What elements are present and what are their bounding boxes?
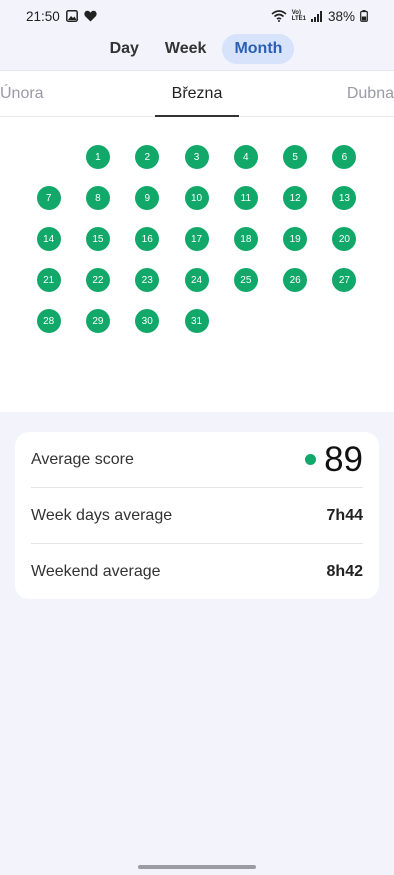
- week-days-average-label: Week days average: [31, 506, 173, 524]
- status-bar: 21:50 Vo) LTE1 38%: [0, 0, 394, 32]
- calendar-day[interactable]: 7: [36, 186, 61, 210]
- weekend-average-value: 8h42: [326, 563, 363, 580]
- tab-month[interactable]: Month: [222, 34, 295, 64]
- weekend-average-label: Weekend average: [31, 563, 161, 580]
- calendar-empty-cell: [24, 145, 73, 186]
- calendar-day[interactable]: 8: [85, 186, 110, 210]
- calendar-day[interactable]: 15: [85, 227, 110, 251]
- calendar-day[interactable]: 12: [283, 186, 308, 210]
- calendar-day[interactable]: 31: [184, 309, 209, 333]
- calendar-day[interactable]: 9: [135, 186, 160, 210]
- home-indicator[interactable]: [138, 865, 256, 869]
- calendar-day[interactable]: 17: [184, 227, 209, 251]
- calendar-day[interactable]: 29: [85, 309, 110, 333]
- stats-card: Average score 89 Week days average 7h44 …: [15, 432, 379, 599]
- calendar-day[interactable]: 6: [332, 145, 357, 169]
- heart-icon: [84, 10, 97, 22]
- calendar-day[interactable]: 27: [332, 268, 357, 292]
- calendar-day[interactable]: 4: [233, 145, 258, 169]
- battery-icon: [360, 10, 368, 22]
- calendar-day[interactable]: 10: [184, 186, 209, 210]
- status-time: 21:50: [26, 8, 60, 24]
- period-tabs: Day Week Month: [0, 34, 394, 64]
- calendar-day[interactable]: 22: [85, 268, 110, 292]
- calendar-day[interactable]: 24: [184, 268, 209, 292]
- calendar-day[interactable]: 23: [135, 268, 160, 292]
- gallery-icon: [65, 10, 78, 22]
- status-left: 21:50: [26, 9, 97, 24]
- calendar-day[interactable]: 2: [135, 145, 160, 169]
- week-days-average-row: Week days average 7h44: [31, 488, 363, 544]
- calendar-day[interactable]: 1: [85, 145, 110, 169]
- score-status-dot: [305, 454, 317, 465]
- calendar-day[interactable]: 13: [332, 186, 357, 210]
- week-days-average-value: 7h44: [326, 506, 363, 524]
- month-calendar: Února Března Dubna 1 2 3 4 5 6 7 8 9 10 11 12 13 14 15…: [0, 70, 394, 473]
- calendar-day[interactable]: 28: [36, 309, 61, 333]
- calendar-day[interactable]: 5: [283, 145, 308, 169]
- month-navigation: Února Března Dubna: [0, 71, 394, 117]
- wifi-icon: [271, 10, 287, 22]
- calendar-day[interactable]: 25: [233, 268, 258, 292]
- calendar-day[interactable]: 21: [36, 268, 61, 292]
- average-score-row: Average score 89: [31, 432, 363, 488]
- calendar-grid: 1 2 3 4 5 6 7 8 9 10 11 12 13 14 15 16 17 18 19 20 21 22 23 24 2…: [24, 145, 369, 350]
- month-next[interactable]: Dubna: [347, 85, 394, 103]
- network-label: Vo) LTE1: [291, 10, 306, 22]
- average-score: 89: [305, 440, 363, 480]
- calendar-day[interactable]: 30: [135, 309, 160, 333]
- calendar-day[interactable]: 19: [283, 227, 308, 251]
- signal-icon: [310, 10, 323, 22]
- calendar-day[interactable]: 14: [36, 227, 61, 251]
- calendar-day[interactable]: 20: [332, 227, 357, 251]
- calendar-day[interactable]: 18: [233, 227, 258, 251]
- month-current: Března: [171, 85, 223, 102]
- calendar-day[interactable]: 26: [283, 268, 308, 292]
- average-score-value: 89: [324, 439, 363, 479]
- calendar-day[interactable]: 3: [184, 145, 209, 169]
- weekend-average-row: Weekend average 8h42: [31, 544, 363, 600]
- status-right: Vo) LTE1 38%: [271, 9, 368, 24]
- calendar-day[interactable]: 16: [135, 227, 160, 251]
- calendar-day[interactable]: 11: [233, 186, 258, 210]
- tab-week[interactable]: Week: [155, 34, 217, 64]
- month-current-indicator: [155, 115, 239, 117]
- tab-day[interactable]: Day: [100, 34, 149, 64]
- average-score-label: Average score: [31, 450, 134, 468]
- battery-percent: 38%: [327, 8, 355, 24]
